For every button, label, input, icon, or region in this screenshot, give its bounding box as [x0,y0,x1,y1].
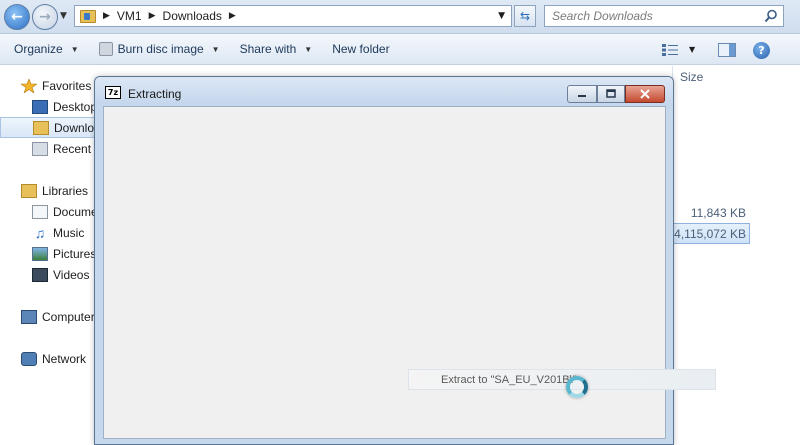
breadcrumb-vm1[interactable]: VM1 [117,9,142,23]
star-icon [21,78,37,93]
breadcrumb-separator-icon[interactable]: ▶ [103,11,110,21]
navigation-pane: Favorites Desktop Downloads Recent Place… [0,66,96,445]
search-icon[interactable] [764,9,778,23]
document-icon [32,204,48,219]
dialog-title: Extracting [128,87,182,101]
chevron-down-icon: ▼ [304,44,313,54]
pictures-icon [32,246,48,261]
disc-image-icon [98,42,113,56]
close-button[interactable] [625,85,665,103]
address-bar-region: ← → ▼ ▶ VM1 ▶ Downloads ▶ ▼ ⇆ [0,0,800,34]
minimize-button[interactable] [567,85,597,103]
nav-label: Recent Places [53,141,96,156]
new-folder-button[interactable]: New folder [326,37,395,61]
maximize-button[interactable] [597,85,625,103]
share-with-button[interactable]: Share with ▼ [234,37,319,61]
nav-libraries[interactable]: Libraries [0,180,96,201]
recent-pages-dropdown[interactable]: ▼ [60,11,67,21]
nav-pictures[interactable]: Pictures [0,243,96,264]
refresh-button[interactable]: ⇆ [514,5,536,27]
nav-label: Libraries [42,183,89,198]
arrow-right-icon: → [39,9,51,25]
file-size-cell: 11,843 KB [690,206,746,220]
film-strip-icon [32,267,48,282]
search-input[interactable] [552,9,752,23]
close-icon [640,89,650,99]
nav-downloads[interactable]: Downloads [0,117,96,138]
breadcrumb-downloads[interactable]: Downloads [163,9,222,23]
nav-label: Desktop [53,99,96,114]
new-folder-label: New folder [332,42,390,56]
search-box[interactable] [544,5,784,27]
nav-favorites[interactable]: Favorites [0,75,96,96]
burn-label: Burn disc image [117,42,204,56]
nav-network[interactable]: Network [0,348,96,369]
nav-label: Favorites [42,78,92,93]
address-box[interactable]: ▶ VM1 ▶ Downloads ▶ ▼ [74,5,512,27]
library-icon [21,183,37,198]
nav-videos[interactable]: Videos [0,264,96,285]
nav-recent-places[interactable]: Recent Places [0,138,96,159]
help-icon[interactable]: ? [753,42,770,59]
preview-pane-icon[interactable] [718,43,736,57]
nav-label: Pictures [53,246,96,261]
dialog-titlebar[interactable]: 7z Extracting [95,77,673,106]
column-header-size[interactable]: Size [680,70,703,84]
view-options-dropdown[interactable]: ▼ [689,45,695,54]
share-label: Share with [239,42,297,56]
breadcrumb-separator-icon[interactable]: ▶ [229,11,236,21]
downloads-folder-icon [80,9,96,23]
chevron-down-icon: ▼ [70,44,79,54]
nav-label: Computer [42,309,95,324]
arrow-left-icon: ← [11,9,23,25]
breadcrumb-separator-icon[interactable]: ▶ [149,11,156,21]
burn-disc-image-button[interactable]: Burn disc image ▼ [93,37,226,61]
nav-label: Downloads [54,120,96,135]
7zip-app-icon: 7z [105,86,121,99]
maximize-icon [606,89,616,98]
nav-desktop[interactable]: Desktop [0,96,96,117]
chevron-down-icon: ▼ [211,44,220,54]
nav-computer[interactable]: Computer [0,306,96,327]
computer-icon [21,309,37,324]
recent-places-icon [32,141,48,156]
busy-spinner-icon [566,376,588,398]
command-bar: Organize ▼ Burn disc image ▼ Share with … [0,34,800,65]
organize-button[interactable]: Organize ▼ [8,37,85,61]
back-button[interactable]: ← [4,4,30,30]
forward-button[interactable]: → [32,4,58,30]
music-note-icon: ♫ [34,224,46,241]
nav-label: Network [42,351,87,366]
extract-status-text: Extract to "SA_EU_V201B\" [408,369,716,390]
nav-documents[interactable]: Documents [0,201,96,222]
nav-music[interactable]: ♫ Music [0,222,96,243]
refresh-icon: ⇆ [519,9,531,23]
address-history-dropdown[interactable]: ▼ [498,11,505,21]
nav-label: Music [53,225,85,240]
network-icon [21,351,37,366]
minimize-icon [578,95,586,97]
downloads-folder-icon [33,120,49,135]
desktop-icon [32,99,48,114]
nav-label: Videos [53,267,90,282]
nav-label: Documents [53,204,96,219]
file-size-cell: 4,115,072 KB [674,227,746,241]
change-view-icon[interactable] [662,44,678,56]
organize-label: Organize [14,42,63,56]
